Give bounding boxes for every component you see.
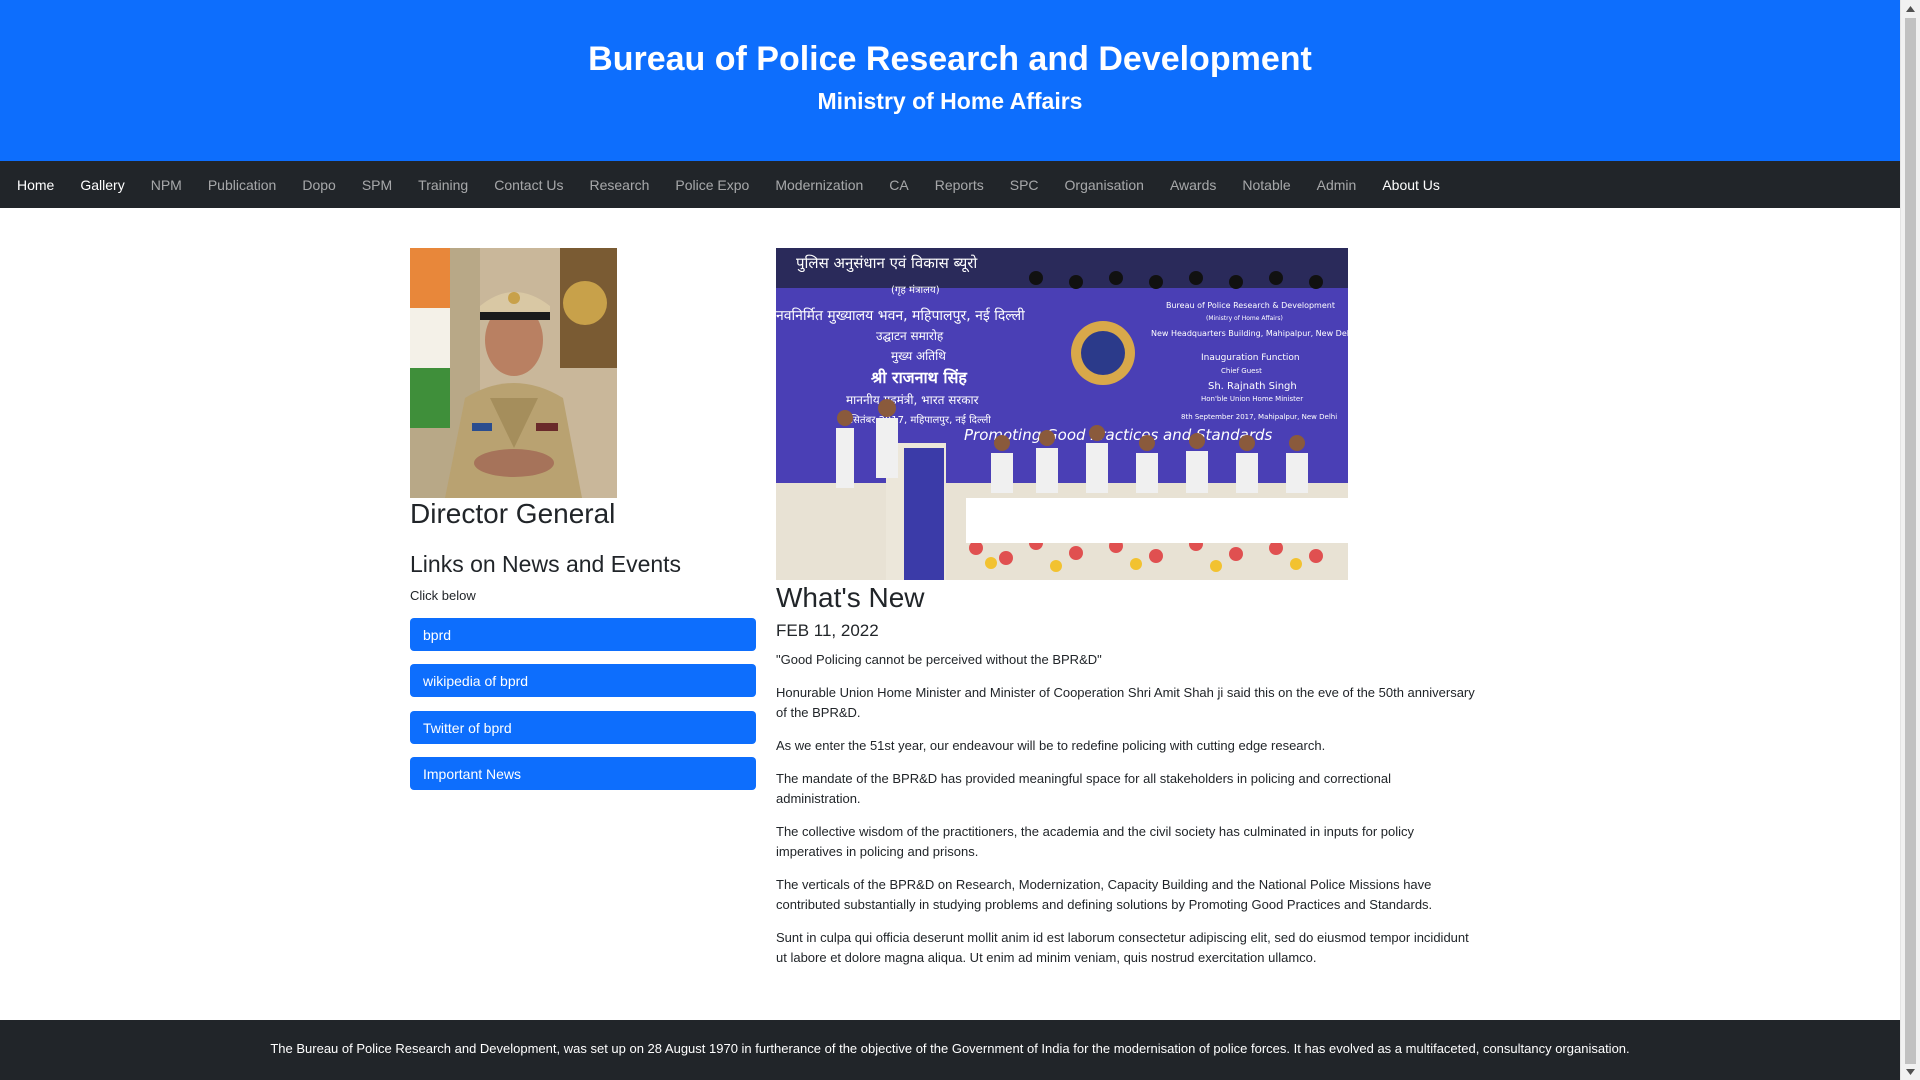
news-paragraph: Sunt in culpa qui officia deserunt molli… <box>776 930 1469 965</box>
banner-hindi-line-5: मुख्य अतिथि <box>891 349 946 364</box>
banner-english-line-6: Sh. Rajnath Singh <box>1208 381 1297 392</box>
banner-english-line-1: Bureau of Police Research & Development <box>1166 301 1335 310</box>
event-banner-photo: पुलिस अनुसंधान एवं विकास ब्यूरो (गृह मंत… <box>776 248 1348 580</box>
banner-english-line-2: (Ministry of Home Affairs) <box>1206 315 1283 322</box>
banner-hindi-line-8: 8 सितंबर 2017, महिपालपुर, नई दिल्ली <box>841 414 991 426</box>
news-paragraph: The collective wisdom of the practitione… <box>776 824 1415 859</box>
nav-training[interactable]: Training <box>418 177 468 193</box>
banner-hindi-line-1: पुलिस अनुसंधान एवं विकास ब्यूरो <box>796 254 978 273</box>
banner-hindi-line-4: उद्घाटन समारोह <box>876 329 944 343</box>
nav-modernization[interactable]: Modernization <box>775 177 863 193</box>
nav-spm[interactable]: SPM <box>362 177 392 193</box>
banner-english-line-8: 8th September 2017, Mahipalpur, New Delh… <box>1181 413 1337 421</box>
whats-new-heading: What's New <box>776 582 925 613</box>
news-date: FEB 11, 2022 <box>776 621 879 640</box>
banner-english-line-4: Inauguration Function <box>1201 353 1300 363</box>
nav-ca[interactable]: CA <box>889 177 908 193</box>
banner-tagline: Promoting Good Practices and Standards <box>964 426 1273 444</box>
news-paragraph: The verticals of the BPR&D on Research, … <box>776 877 1433 912</box>
news-paragraph: Honurable Union Home Minister and Minist… <box>776 685 1475 720</box>
links-heading: Links on News and Events <box>410 551 682 577</box>
scrollbar-thumb[interactable] <box>1905 18 1916 1064</box>
news-paragraph: "Good Policing cannot be perceived witho… <box>776 652 1102 667</box>
banner-hindi-line-2: (गृह मंत्रालय) <box>891 284 940 296</box>
nav-notable[interactable]: Notable <box>1242 177 1290 193</box>
banner-hindi-line-3: नवनिर्मित मुख्यालय भवन, महिपालपुर, नई दि… <box>776 307 1025 324</box>
site-title: Bureau of Police Research and Developmen… <box>588 40 1312 78</box>
news-article-body: "Good Policing cannot be perceived witho… <box>776 650 1476 981</box>
banner-english-line-7: Hon'ble Union Home Minister <box>1201 395 1303 403</box>
site-subtitle: Ministry of Home Affairs <box>817 88 1083 114</box>
banner-hindi-line-6: श्री राजनाथ सिंह <box>871 368 968 387</box>
link-button-bprd[interactable]: bprd <box>410 618 756 651</box>
nav-gallery[interactable]: Gallery <box>80 177 124 193</box>
site-footer: The Bureau of Police Research and Develo… <box>0 1020 1900 1080</box>
nav-home[interactable]: Home <box>17 177 54 193</box>
links-subtitle: Click below <box>410 588 476 603</box>
banner-english-line-5: Chief Guest <box>1221 367 1262 375</box>
nav-publication[interactable]: Publication <box>208 177 277 193</box>
director-general-heading: Director General <box>410 498 616 529</box>
nav-research[interactable]: Research <box>589 177 649 193</box>
news-paragraph: The mandate of the BPR&D has provided me… <box>776 771 1391 806</box>
footer-text: The Bureau of Police Research and Develo… <box>270 1041 1630 1056</box>
nav-awards[interactable]: Awards <box>1170 177 1216 193</box>
nav-npm[interactable]: NPM <box>151 177 182 193</box>
news-paragraph: As we enter the 51st year, our endeavour… <box>776 738 1326 753</box>
main-navbar: Home Gallery NPM Publication Dopo SPM Tr… <box>0 161 1900 208</box>
vertical-scrollbar[interactable] <box>1900 0 1920 1080</box>
nav-organisation[interactable]: Organisation <box>1065 177 1144 193</box>
link-button-important-news[interactable]: Important News <box>410 757 756 790</box>
nav-reports[interactable]: Reports <box>935 177 984 193</box>
scroll-down-arrow-icon[interactable] <box>1901 1063 1920 1080</box>
nav-dopo[interactable]: Dopo <box>302 177 335 193</box>
site-header: Bureau of Police Research and Developmen… <box>0 0 1900 161</box>
director-general-photo <box>410 248 617 498</box>
nav-about-us[interactable]: About Us <box>1382 177 1440 193</box>
scroll-up-arrow-icon[interactable] <box>1901 0 1920 17</box>
nav-spc[interactable]: SPC <box>1010 177 1039 193</box>
banner-hindi-line-7: माननीय गृहमंत्री, भारत सरकार <box>846 393 980 408</box>
link-button-twitter[interactable]: Twitter of bprd <box>410 711 756 744</box>
banner-english-line-3: New Headquarters Building, Mahipalpur, N… <box>1151 329 1348 338</box>
nav-police-expo[interactable]: Police Expo <box>675 177 749 193</box>
nav-admin[interactable]: Admin <box>1317 177 1357 193</box>
link-button-wikipedia[interactable]: wikipedia of bprd <box>410 664 756 697</box>
nav-contact-us[interactable]: Contact Us <box>494 177 563 193</box>
